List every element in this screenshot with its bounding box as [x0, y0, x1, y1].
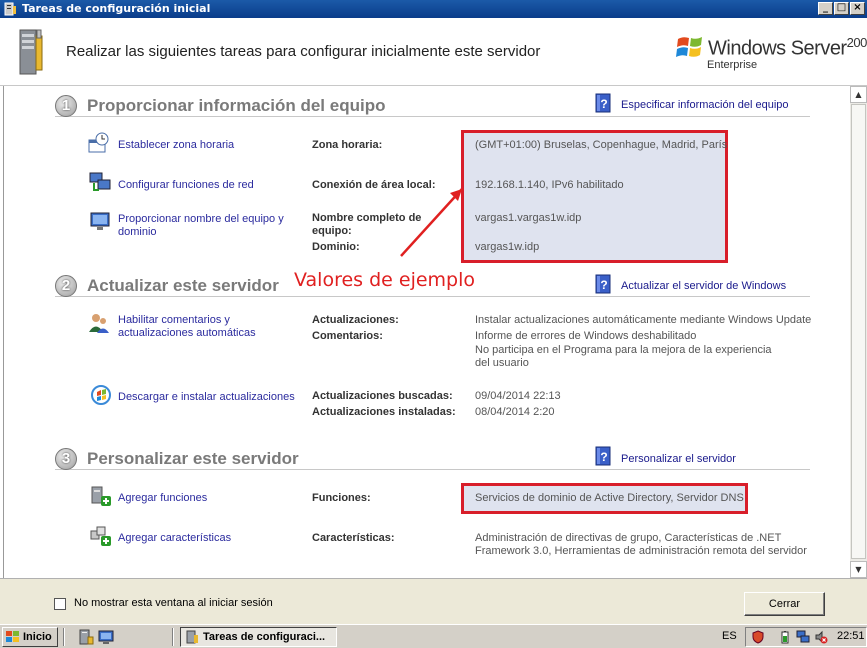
taskbar: Inicio Tareas de configuraci... ES 22:51 [0, 624, 867, 648]
taskbar-separator [63, 628, 65, 646]
field-label-updates-checked: Actualizaciones buscadas: [312, 390, 453, 402]
close-dialog-button[interactable]: Cerrar [744, 592, 825, 616]
field-label-feedback: Comentarios: [312, 330, 383, 342]
server-manager-icon[interactable] [78, 629, 94, 645]
task-link-computer-name[interactable]: Proporcionar nombre del equipo y dominio [118, 213, 298, 239]
windows-flag-icon [676, 37, 702, 57]
field-label-updates: Actualizaciones: [312, 314, 399, 326]
section-1-title: Proporcionar información del equipo [87, 96, 386, 115]
taskbar-item-label: Tareas de configuraci... [203, 631, 326, 643]
scroll-up-arrow-icon[interactable]: ▲ [850, 86, 867, 103]
dont-show-label[interactable]: No mostrar esta ventana al iniciar sesió… [74, 597, 273, 609]
svg-text:?: ? [600, 97, 607, 111]
network-status-icon[interactable] [796, 630, 810, 644]
section-3-help-link[interactable]: Personalizar el servidor [621, 453, 736, 465]
step-number-3: 3 [55, 448, 77, 470]
taskbar-item-initial-tasks[interactable]: Tareas de configuraci... [180, 627, 337, 647]
section-3-title: Personalizar este servidor [87, 449, 299, 468]
show-desktop-icon[interactable] [98, 629, 114, 645]
task-link-download-updates[interactable]: Descargar e instalar actualizaciones [118, 391, 295, 404]
close-window-button[interactable]: × [850, 2, 865, 15]
step-number-1: 1 [55, 95, 77, 117]
step-number-2: 2 [55, 275, 77, 297]
add-features-icon [90, 526, 111, 546]
section-2-help-link[interactable]: Actualizar el servidor de Windows [621, 280, 786, 292]
header-instruction: Realizar las siguientes tareas para conf… [66, 43, 541, 60]
language-indicator[interactable]: ES [722, 630, 737, 642]
brand-edition: Enterprise [707, 59, 758, 71]
help-book-icon[interactable]: ? [595, 93, 611, 113]
field-value-fqdn: vargas1.vargas1w.idp [475, 212, 582, 224]
window-title: Tareas de configuración inicial [22, 2, 211, 15]
server-tools-icon [19, 29, 43, 75]
task-link-add-features[interactable]: Agregar características [118, 532, 231, 545]
field-value-feedback: Informe de errores de Windows deshabilit… [475, 330, 697, 342]
field-label-roles: Funciones: [312, 492, 371, 504]
users-icon [89, 314, 109, 333]
field-value-ceip: No participa en el Programa para la mejo… [475, 344, 772, 369]
task-link-set-timezone[interactable]: Establecer zona horaria [118, 139, 234, 152]
field-value-lan[interactable]: 192.168.1.140, IPv6 habilitado [475, 179, 624, 192]
brand-name: Windows Server [708, 37, 847, 60]
section-1-help-link[interactable]: Especificar información del equipo [621, 99, 789, 111]
volume-muted-icon[interactable] [814, 630, 828, 644]
battery-icon[interactable] [778, 630, 792, 644]
field-value-updates-installed: 08/04/2014 2:20 [475, 406, 555, 418]
taskbar-separator [172, 628, 174, 646]
field-value-timezone: (GMT+01:00) Bruselas, Copenhague, Madrid… [475, 139, 728, 151]
maximize-button[interactable]: □ [834, 2, 849, 15]
field-value-updates: Instalar actualizaciones automáticamente… [475, 314, 812, 326]
tasks-panel: 1 Proporcionar información del equipo ? … [3, 86, 867, 578]
system-tray: 22:51 [745, 627, 867, 647]
minimize-button[interactable]: _ [818, 2, 833, 15]
section-2-title: Actualizar este servidor [87, 276, 279, 295]
field-value-domain: vargas1w.idp [475, 241, 540, 253]
footer-bar: No mostrar esta ventana al iniciar sesió… [0, 578, 867, 624]
field-label-domain: Dominio: [312, 241, 360, 253]
clock-calendar-icon [88, 132, 109, 153]
task-link-configure-network[interactable]: Configurar funciones de red [118, 179, 254, 192]
svg-text:?: ? [600, 450, 607, 464]
annotation-arrow [400, 188, 463, 257]
brand-version: 2008 [846, 35, 867, 50]
vertical-scrollbar[interactable]: ▲ ▼ [850, 86, 867, 578]
scrollbar-thumb[interactable] [851, 104, 866, 559]
field-label-features: Características: [312, 532, 395, 544]
start-label: Inicio [23, 631, 52, 643]
network-icon [89, 172, 111, 191]
field-value-updates-checked: 09/04/2014 22:13 [475, 390, 561, 402]
dont-show-checkbox[interactable] [54, 598, 66, 610]
header: Realizar las siguientes tareas para conf… [0, 18, 867, 86]
task-link-enable-feedback-updates[interactable]: Habilitar comentarios y actualizaciones … [118, 314, 298, 340]
window-title-bar[interactable]: Tareas de configuración inicial _ □ × [0, 0, 867, 18]
clock[interactable]: 22:51 [837, 630, 865, 642]
task-link-add-roles[interactable]: Agregar funciones [118, 492, 207, 505]
field-value-features: Administración de directivas de grupo, C… [475, 532, 807, 557]
windows-flag-icon [6, 631, 19, 642]
server-icon [4, 2, 16, 16]
field-label-updates-installed: Actualizaciones instaladas: [312, 406, 456, 418]
scroll-down-arrow-icon[interactable]: ▼ [850, 561, 867, 578]
field-value-roles: Servicios de dominio de Active Directory… [475, 492, 744, 504]
security-shield-icon[interactable] [751, 630, 765, 644]
field-label-timezone: Zona horaria: [312, 139, 383, 151]
help-book-icon[interactable]: ? [595, 446, 611, 466]
start-button[interactable]: Inicio [2, 627, 58, 647]
server-icon [186, 630, 198, 644]
svg-text:?: ? [600, 278, 607, 292]
windows-update-icon [91, 385, 111, 405]
help-book-icon[interactable]: ? [595, 274, 611, 294]
add-roles-icon [91, 486, 111, 506]
computer-icon [90, 212, 110, 230]
